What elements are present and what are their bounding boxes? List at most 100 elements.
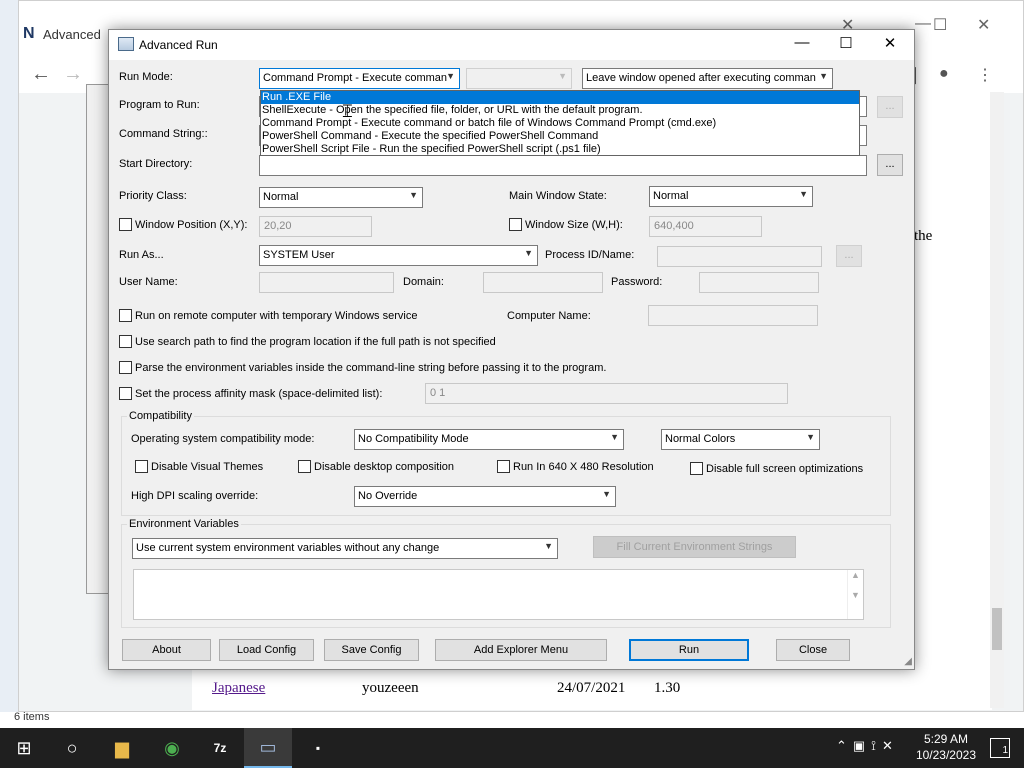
minimize-icon[interactable]: — bbox=[780, 34, 824, 56]
about-button[interactable]: About bbox=[122, 639, 211, 661]
search-path-checkbox[interactable]: Use search path to find the program loca… bbox=[119, 335, 496, 348]
affinity-label: Set the process affinity mask (space-del… bbox=[135, 387, 383, 400]
cmd-icon[interactable]: ▪ bbox=[294, 728, 342, 768]
desktop-left-strip bbox=[0, 0, 18, 712]
window-position-input[interactable]: 20,20 bbox=[259, 216, 372, 237]
password-label: Password: bbox=[611, 276, 663, 288]
affinity-mask-input[interactable]: 0 1 bbox=[425, 383, 788, 404]
chevron-down-icon: ▼ bbox=[610, 432, 619, 442]
remote-computer-checkbox[interactable]: Run on remote computer with temporary Wi… bbox=[119, 309, 417, 322]
environment-mode-select[interactable]: Use current system environment variables… bbox=[132, 538, 558, 559]
page-scrollbar-thumb[interactable] bbox=[992, 608, 1002, 650]
file-explorer-icon[interactable]: ▆ bbox=[98, 728, 146, 768]
checkbox-box bbox=[119, 361, 132, 374]
parse-env-label: Parse the environment variables inside t… bbox=[135, 361, 607, 374]
close-icon[interactable]: ✕ bbox=[868, 34, 912, 56]
chevron-down-icon: ▼ bbox=[409, 190, 418, 200]
back-arrow-icon[interactable]: ← bbox=[31, 63, 51, 86]
run-640-checkbox[interactable]: Run In 640 X 480 Resolution bbox=[497, 460, 654, 473]
browse-program-button[interactable]: ... bbox=[877, 96, 903, 118]
command-string-label: Command String:: bbox=[119, 128, 208, 140]
forward-arrow-icon[interactable]: → bbox=[63, 63, 83, 86]
advanced-run-app-icon bbox=[118, 37, 134, 51]
resize-grip-icon[interactable]: ◢ bbox=[904, 656, 912, 667]
affinity-checkbox[interactable]: Set the process affinity mask (space-del… bbox=[119, 387, 382, 400]
checkbox-box bbox=[119, 335, 132, 348]
notification-center-icon[interactable]: 1 bbox=[990, 738, 1010, 758]
run-button[interactable]: Run bbox=[629, 639, 749, 661]
window-size-checkbox[interactable]: Window Size (W,H): bbox=[509, 218, 623, 231]
disable-desktop-composition-checkbox[interactable]: Disable desktop composition bbox=[298, 460, 454, 473]
window-position-checkbox[interactable]: Window Position (X,Y): bbox=[119, 218, 247, 231]
fill-environment-button[interactable]: Fill Current Environment Strings bbox=[593, 536, 796, 558]
system-tray-icons[interactable]: ⌃▣⟟✕ bbox=[836, 738, 899, 754]
password-input[interactable] bbox=[699, 272, 819, 293]
disable-visual-themes-checkbox[interactable]: Disable Visual Themes bbox=[135, 460, 263, 473]
advanced-run-taskbar-icon[interactable]: ▭ bbox=[244, 728, 292, 768]
process-id-input[interactable] bbox=[657, 246, 822, 267]
computer-name-input[interactable] bbox=[648, 305, 818, 326]
save-config-button[interactable]: Save Config bbox=[324, 639, 419, 661]
main-window-state-select[interactable]: Normal ▼ bbox=[649, 186, 813, 207]
dialog-title: Advanced Run bbox=[139, 38, 218, 52]
browse-process-button[interactable]: ... bbox=[836, 245, 862, 267]
sevenzip-icon[interactable]: 7z bbox=[196, 728, 244, 768]
run-mode-label: Run Mode: bbox=[119, 71, 173, 83]
start-windows-icon[interactable]: ⊞ bbox=[0, 728, 48, 768]
chevron-down-icon: ▼ bbox=[558, 71, 567, 81]
maximize-icon[interactable]: ☐ bbox=[824, 34, 868, 56]
taskbar-clock[interactable]: 5:29 AM 10/23/2023 bbox=[916, 731, 976, 763]
after-exec-select[interactable]: Leave window opened after executing comm… bbox=[582, 68, 833, 89]
checkbox-box bbox=[298, 460, 311, 473]
run-mode-option[interactable]: PowerShell Script File - Run the specifi… bbox=[261, 143, 859, 156]
environment-strings-textarea[interactable]: ▲ ▼ bbox=[133, 569, 864, 620]
taskbar: ⊞ ○ ▆ ◉ 7z ▭ ▪ ⌃▣⟟✕ 5:29 AM 10/23/2023 1 bbox=[0, 728, 1024, 768]
run-mode-dropdown-list: Run .EXE File ShellExecute - Open the sp… bbox=[260, 90, 860, 156]
priority-class-select[interactable]: Normal ▼ bbox=[259, 187, 423, 208]
user-name-input[interactable] bbox=[259, 272, 394, 293]
search-icon[interactable]: ○ bbox=[48, 728, 96, 768]
colors-value: Normal Colors bbox=[665, 433, 736, 445]
high-dpi-label: High DPI scaling override: bbox=[131, 490, 259, 502]
mouse-cursor-icon: ⌶ bbox=[342, 101, 353, 121]
run-as-select[interactable]: SYSTEM User ▼ bbox=[259, 245, 538, 266]
os-compat-mode-select[interactable]: No Compatibility Mode ▼ bbox=[354, 429, 624, 450]
run-mode-value: Command Prompt - Execute comman bbox=[263, 72, 448, 84]
start-directory-input[interactable] bbox=[259, 155, 867, 176]
secondary-mode-select[interactable]: ▼ bbox=[466, 68, 572, 89]
menu-kebab-icon[interactable]: ⋮ bbox=[977, 65, 993, 85]
close-button[interactable]: Close bbox=[776, 639, 850, 661]
dialog-titlebar: Advanced Run — ☐ ✕ bbox=[109, 30, 914, 60]
high-dpi-select[interactable]: No Override ▼ bbox=[354, 486, 616, 507]
run-mode-option[interactable]: PowerShell Command - Execute the specifi… bbox=[261, 130, 859, 143]
profile-icon[interactable]: ● bbox=[939, 65, 949, 83]
browse-directory-button[interactable]: ... bbox=[877, 154, 903, 176]
browser-tab-title[interactable]: Advanced bbox=[43, 27, 101, 42]
chevron-down-icon: ▼ bbox=[602, 489, 611, 499]
browser-minimize-icon[interactable]: — bbox=[915, 15, 931, 33]
chevron-down-icon: ▼ bbox=[524, 248, 533, 258]
chrome-icon[interactable]: ◉ bbox=[148, 728, 196, 768]
page-text-fragment: the bbox=[914, 228, 933, 244]
textarea-scrollbar[interactable]: ▲ ▼ bbox=[847, 570, 863, 619]
run-mode-select[interactable]: Command Prompt - Execute comman ▼ bbox=[259, 68, 460, 89]
chevron-down-icon: ▼ bbox=[544, 541, 553, 551]
window-size-input[interactable]: 640,400 bbox=[649, 216, 762, 237]
compatibility-group-title: Compatibility bbox=[127, 410, 194, 422]
browser-close-icon-2[interactable]: ✕ bbox=[977, 15, 990, 35]
checkbox-box bbox=[119, 387, 132, 400]
load-config-button[interactable]: Load Config bbox=[219, 639, 314, 661]
parse-env-checkbox[interactable]: Parse the environment variables inside t… bbox=[119, 361, 606, 374]
disable-fullscreen-opt-label: Disable full screen optimizations bbox=[706, 462, 864, 475]
user-cell: youzeeen bbox=[362, 680, 419, 696]
browser-maximize-icon[interactable]: ☐ bbox=[933, 15, 947, 35]
checkbox-box bbox=[135, 460, 148, 473]
colors-select[interactable]: Normal Colors ▼ bbox=[661, 429, 820, 450]
start-directory-label: Start Directory: bbox=[119, 158, 193, 170]
disable-visual-themes-label: Disable Visual Themes bbox=[151, 460, 264, 473]
add-explorer-menu-button[interactable]: Add Explorer Menu bbox=[435, 639, 607, 661]
domain-input[interactable] bbox=[483, 272, 603, 293]
high-dpi-value: No Override bbox=[358, 490, 418, 502]
disable-fullscreen-opt-checkbox[interactable]: Disable full screen optimizations bbox=[690, 462, 863, 475]
language-link[interactable]: Japanese bbox=[212, 680, 265, 697]
